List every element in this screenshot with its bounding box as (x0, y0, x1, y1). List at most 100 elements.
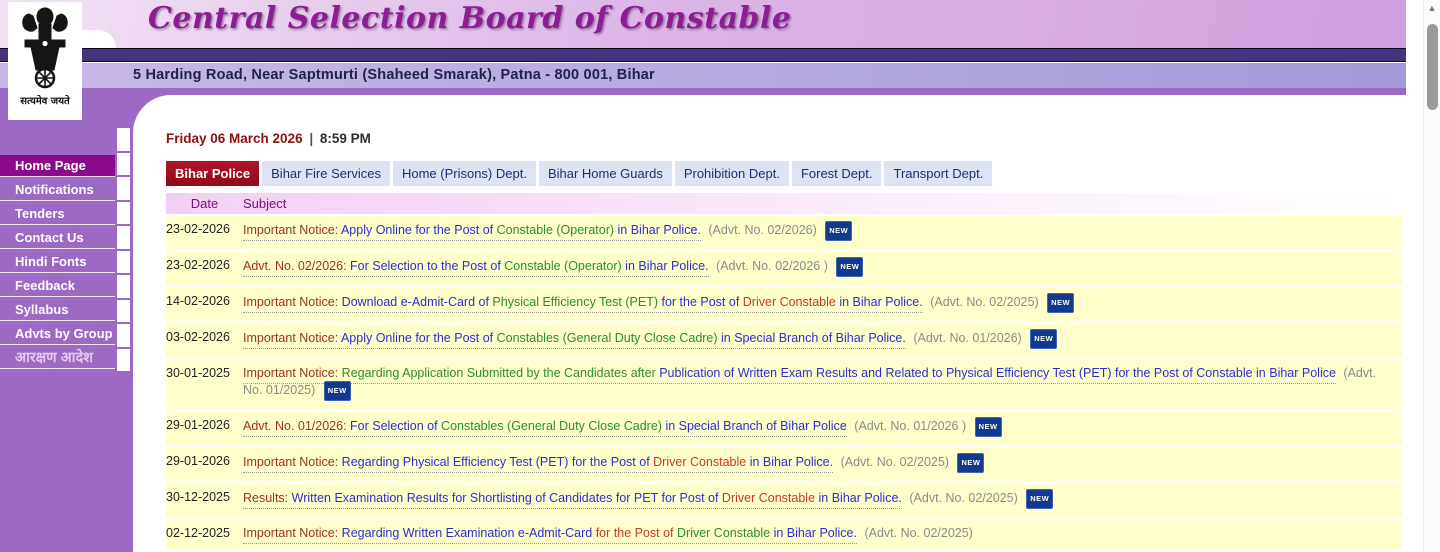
advt-number: (Advt. No. 02/2025) (864, 526, 973, 540)
notice-link[interactable]: Important Notice: Regarding Application … (243, 366, 1336, 384)
tab-bihar-home-guards[interactable]: Bihar Home Guards (538, 161, 672, 186)
sidebar-item-hindi-fonts[interactable]: Hindi Fonts (0, 251, 115, 273)
advt-number: (Advt. No. 01/2026) (913, 331, 1022, 345)
sidebar-item-advts-by-group[interactable]: Advts by Group (0, 323, 115, 345)
notice-subject: Results: Written Examination Results for… (243, 489, 1402, 509)
notice-text-segment: in Bihar Police. (621, 259, 709, 273)
scrollbar-thumb[interactable] (1427, 24, 1438, 110)
sidebar-strip-decoration (117, 128, 130, 373)
notice-subject: Important Notice: Regarding Written Exam… (243, 525, 1402, 544)
new-badge: NEW (974, 417, 1002, 437)
notice-subject: Important Notice: Apply Online for the P… (243, 221, 1402, 241)
strip-cell (117, 201, 130, 224)
tab-transport-dept-[interactable]: Transport Dept. (884, 161, 993, 186)
notice-text-segment: For Selection of (346, 419, 438, 433)
notice-date: 23-02-2026 (166, 258, 230, 272)
notice-subject: Important Notice: Regarding Physical Eff… (243, 453, 1402, 473)
notice-text-segment: Important Notice: (243, 526, 339, 540)
notice-text-segment: Constables (General Duty Close Cadre) (493, 331, 718, 345)
notice-text-segment: in Bihar Police. (614, 223, 701, 237)
notice-text-segment: Driver Constable (673, 526, 771, 540)
scroll-up-icon[interactable]: ▲ (1424, 0, 1440, 16)
notice-text-segment: Constable (Operator) (500, 259, 622, 273)
notice-date: 03-02-2026 (166, 330, 230, 344)
notice-link[interactable]: Results: Written Examination Results for… (243, 491, 902, 509)
advt-number: (Advt. No. 02/2025) (930, 295, 1039, 309)
tab-prohibition-dept-[interactable]: Prohibition Dept. (674, 161, 789, 186)
sidebar-navigation: Home Page Notifications Tenders Contact Us H… (0, 155, 115, 371)
notice-link[interactable]: Important Notice: Regarding Written Exam… (243, 526, 857, 544)
notice-date: 23-02-2026 (166, 222, 230, 236)
strip-cell (117, 348, 130, 371)
strip-cell (117, 177, 130, 200)
strip-cell (117, 250, 130, 273)
column-header-date: Date (190, 196, 219, 211)
board-address: 5 Harding Road, Near Saptmurti (Shaheed … (133, 67, 655, 83)
new-badge: NEW (1047, 293, 1075, 313)
header-address-band: 5 Harding Road, Near Saptmurti (Shaheed … (0, 63, 1406, 88)
notice-text-segment: for the Post of (658, 295, 740, 309)
notice-text-segment: Important Notice: (243, 455, 339, 469)
notice-text-segment: Apply Online for the Post of (338, 331, 494, 345)
notice-link[interactable]: Important Notice: Download e-Admit-Card … (243, 295, 923, 313)
notice-text-segment: Important Notice: (243, 366, 339, 380)
strip-cell (117, 128, 130, 151)
sidebar-item-syllabus[interactable]: Syllabus (0, 299, 115, 321)
new-badge: NEW (836, 257, 864, 277)
sidebar-item-tenders[interactable]: Tenders (0, 203, 115, 225)
table-row: 29-01-2026 Advt. No. 01/2026: For Select… (166, 412, 1402, 445)
advt-number: (Advt. No. 01/2026 ) (854, 419, 967, 433)
new-badge: NEW (323, 381, 351, 401)
table-row: 03-02-2026 Important Notice: Apply Onlin… (166, 324, 1402, 357)
new-badge: NEW (1030, 329, 1058, 349)
strip-cell (117, 299, 130, 322)
notice-text-segment: in Bihar Police. (835, 295, 923, 309)
notice-date: 14-02-2026 (166, 294, 230, 308)
strip-cell (117, 226, 130, 249)
notice-text-segment: Constables (General Duty Close Cadre) (437, 419, 662, 433)
notice-subject: Important Notice: Download e-Admit-Card … (243, 293, 1402, 313)
table-row: 30-01-2025 Important Notice: Regarding A… (166, 360, 1402, 409)
notice-subject: Advt. No. 02/2026: For Selection to the … (243, 257, 1402, 277)
tab-home-prisons-dept-[interactable]: Home (Prisons) Dept. (392, 161, 536, 186)
sidebar-item-contact-us[interactable]: Contact Us (0, 227, 115, 249)
notice-date: 30-12-2025 (166, 490, 230, 504)
notice-date: 02-12-2025 (166, 526, 230, 540)
sidebar-item-notifications[interactable]: Notifications (0, 179, 115, 201)
notice-text-segment: Regarding Application Submitted by the C… (338, 366, 656, 380)
table-header-row: Date Subject (166, 193, 1402, 214)
notice-text-segment: Driver Constable (718, 491, 816, 505)
notice-text-segment: Written Examination Results for Shortlis… (288, 491, 719, 505)
notice-link[interactable]: Advt. No. 02/2026: For Selection to the … (243, 259, 709, 277)
notice-text-segment: in Bihar Police. (815, 491, 902, 505)
sidebar-item-feedback[interactable]: Feedback (0, 275, 115, 297)
tab-bihar-police[interactable]: Bihar Police (166, 161, 260, 186)
notice-link[interactable]: Advt. No. 01/2026: For Selection of Cons… (243, 419, 847, 437)
strip-cell (117, 275, 130, 298)
tab-bihar-fire-services[interactable]: Bihar Fire Services (262, 161, 390, 186)
notice-subject: Advt. No. 01/2026: For Selection of Cons… (243, 417, 1402, 437)
notice-subject: Important Notice: Apply Online for the P… (243, 329, 1402, 349)
current-date: Friday 06 March 2026 (166, 131, 303, 146)
advt-number: (Advt. No. 02/2026 ) (716, 259, 828, 273)
notice-date: 29-01-2026 (166, 418, 230, 432)
datetime-separator: | (309, 131, 314, 146)
notice-text-segment: Advt. No. 01/2026: (243, 419, 347, 433)
emblem-caption: सत्यमेव जयते (20, 96, 70, 107)
notice-link[interactable]: Important Notice: Apply Online for the P… (243, 331, 906, 349)
notice-text-segment: Regarding Physical Efficiency Test (PET)… (338, 455, 650, 469)
notice-link[interactable]: Important Notice: Regarding Physical Eff… (243, 455, 834, 473)
notice-text-segment: Advt. No. 02/2026: (243, 259, 347, 273)
tab-forest-dept-[interactable]: Forest Dept. (791, 161, 882, 186)
datetime-line: Friday 06 March 2026 | 8:59 PM (166, 131, 371, 146)
strip-cell (117, 324, 130, 347)
new-badge: NEW (1026, 489, 1054, 509)
sidebar-item-home-page[interactable]: Home Page (0, 155, 115, 177)
table-row: 29-01-2026 Important Notice: Regarding P… (166, 448, 1402, 481)
sidebar-item-आरक्षण-आदेश[interactable]: आरक्षण आदेश (0, 347, 115, 369)
notice-link[interactable]: Important Notice: Apply Online for the P… (243, 223, 701, 241)
notice-text-segment: for the Post of (592, 526, 674, 540)
page-title: Central Selection Board of Constable (148, 1, 792, 36)
new-badge: NEW (825, 221, 853, 241)
vertical-scrollbar[interactable]: ▲ (1423, 0, 1440, 552)
